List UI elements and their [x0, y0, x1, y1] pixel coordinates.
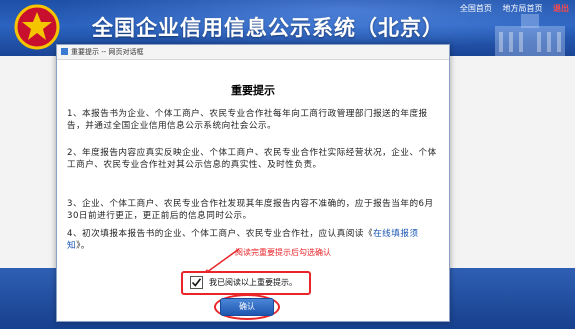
site-title: 全国企业信用信息公示系统（北京）	[92, 16, 444, 40]
national-emblem-icon	[14, 4, 60, 50]
dialog-window-icon	[61, 48, 68, 55]
confirm-button[interactable]: 确认	[220, 298, 274, 316]
top-links: 全国首页 地方局首页 退出	[452, 3, 569, 14]
exit-link[interactable]: 退出	[553, 4, 569, 13]
notice-paragraph-2: 2、年度报告内容应真实反映企业、个体工商户、农民专业合作社实际经营状况，企业、个…	[67, 148, 437, 170]
notice-paragraph-1: 1、本报告书为企业、个体工商户、农民专业合作社每年向工商行政管理部门报送的年度报…	[67, 109, 428, 131]
consent-checkbox[interactable]	[190, 276, 203, 289]
dialog-heading: 重要提示	[231, 84, 275, 97]
notice-paragraph-4-end: 》。	[76, 241, 90, 251]
dialog-titlebar: 重要提示 -- 网页对话框	[57, 45, 449, 60]
consent-label: 我已阅读以上重要提示。	[209, 278, 297, 287]
checkmark-icon	[191, 278, 202, 287]
consent-checkbox-row[interactable]: 我已阅读以上重要提示。	[181, 271, 311, 295]
national-home-link[interactable]: 全国首页	[460, 4, 492, 13]
building-icon	[495, 14, 565, 56]
notice-paragraph-4-start: 4、初次填报本报告书的企业、个体工商户、农民专业合作社，应认真阅读《	[67, 229, 374, 239]
notice-dialog: 重要提示 -- 网页对话框 重要提示 1、本报告书为企业、个体工商户、农民专业合…	[56, 44, 450, 322]
local-home-link[interactable]: 地方局首页	[502, 4, 542, 13]
dialog-window-title: 重要提示 -- 网页对话框	[71, 48, 144, 56]
notice-paragraph-3: 3、企业、个体工商户、农民专业合作社发现其年度报告内容不准确的，应于报告当年的6…	[67, 199, 434, 221]
annotation-label: 阅读完重要提示后勾选确认	[235, 248, 331, 257]
